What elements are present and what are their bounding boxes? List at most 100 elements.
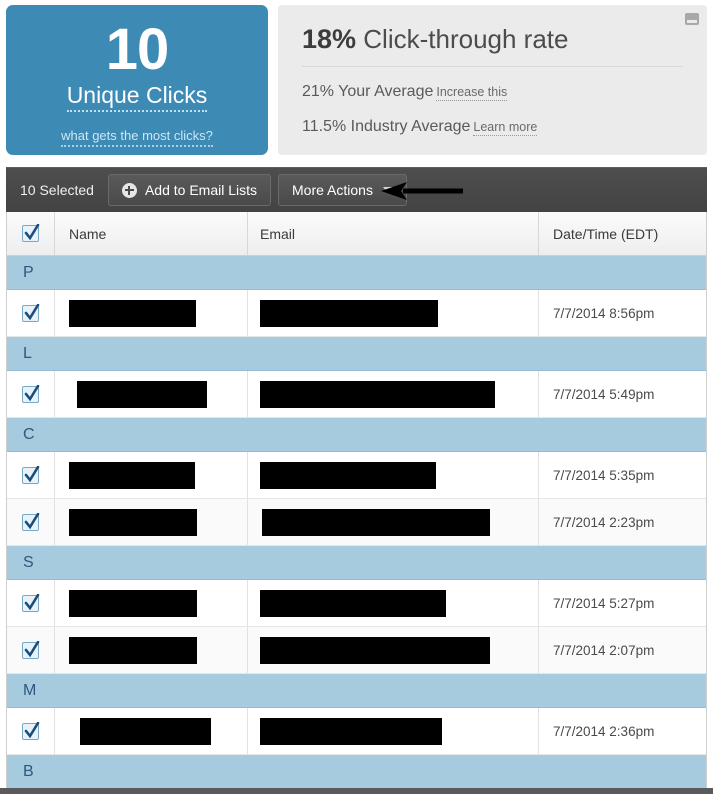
table-row[interactable]: 7/7/2014 5:49pm: [7, 371, 706, 418]
redacted-name: [69, 299, 196, 327]
datetime-value: 7/7/2014 2:07pm: [553, 642, 655, 658]
redacted-name: [69, 589, 197, 617]
email-cell: [248, 452, 539, 498]
row-select-cell[interactable]: [7, 499, 55, 545]
add-to-email-lists-button[interactable]: Add to Email Lists: [107, 174, 272, 206]
email-cell: [248, 580, 539, 626]
datetime-value: 7/7/2014 5:35pm: [553, 467, 655, 483]
name-cell: [55, 290, 248, 336]
column-header-email[interactable]: Email: [248, 212, 539, 255]
datetime-cell: 7/7/2014 5:49pm: [539, 371, 706, 417]
ctr-value: 18%: [302, 24, 357, 54]
group-letter: S: [23, 553, 34, 571]
redacted-email: [260, 299, 438, 327]
name-cell: [55, 371, 248, 417]
table-row[interactable]: 7/7/2014 5:27pm: [7, 580, 706, 627]
row-select-cell[interactable]: [7, 290, 55, 336]
redacted-email: [260, 380, 495, 408]
group-header-row: P: [7, 256, 706, 290]
table-row[interactable]: 7/7/2014 2:23pm: [7, 499, 706, 546]
name-cell: [55, 499, 248, 545]
bulk-actions-toolbar: 10 Selected Add to Email Lists More Acti…: [6, 167, 707, 212]
stats-row: 10 Unique Clicks what gets the most clic…: [0, 0, 713, 160]
datetime-value: 7/7/2014 5:27pm: [553, 595, 655, 611]
group-letter: C: [23, 425, 35, 443]
group-letter: M: [23, 681, 37, 699]
unique-clicks-card: 10 Unique Clicks what gets the most clic…: [6, 5, 268, 155]
unique-clicks-number: 10: [105, 17, 170, 82]
group-letter: P: [23, 263, 34, 281]
select-all-cell[interactable]: [7, 212, 55, 255]
name-cell: [55, 627, 248, 673]
name-cell: [55, 452, 248, 498]
group-letter: L: [23, 344, 32, 362]
datetime-value: 7/7/2014 5:49pm: [553, 386, 655, 402]
your-average-value: 21% Your Average: [302, 83, 434, 100]
datetime-cell: 7/7/2014 2:07pm: [539, 627, 706, 673]
row-select-cell[interactable]: [7, 452, 55, 498]
plus-circle-icon: [121, 182, 137, 198]
column-header-name[interactable]: Name: [55, 212, 248, 255]
ctr-divider: [302, 66, 683, 67]
name-cell: [55, 708, 248, 754]
your-average-line: 21% Your Average Increase this: [302, 82, 683, 102]
table-header-row: Name Email Date/Time (EDT): [7, 212, 706, 256]
group-header-row: C: [7, 418, 706, 452]
add-to-email-lists-label: Add to Email Lists: [144, 182, 258, 198]
row-select-cell[interactable]: [7, 627, 55, 673]
industry-average-value: 11.5% Industry Average: [302, 118, 471, 135]
learn-more-link[interactable]: Learn more: [473, 120, 538, 136]
unique-clicks-label[interactable]: Unique Clicks: [66, 81, 208, 112]
table-row[interactable]: 7/7/2014 2:07pm: [7, 627, 706, 674]
table-row[interactable]: 7/7/2014 2:36pm: [7, 708, 706, 755]
checkbox-checked-icon[interactable]: [22, 593, 40, 612]
checkbox-checked-icon[interactable]: [22, 512, 40, 531]
datetime-cell: 7/7/2014 2:23pm: [539, 499, 706, 545]
table-row[interactable]: 7/7/2014 8:56pm: [7, 290, 706, 337]
clicks-report-page: 10 Unique Clicks what gets the most clic…: [0, 0, 713, 794]
redacted-email: [260, 717, 442, 745]
minimize-icon[interactable]: [685, 13, 699, 25]
redacted-name: [80, 717, 211, 745]
table-row[interactable]: 7/7/2014 5:35pm: [7, 452, 706, 499]
contacts-table: Name Email Date/Time (EDT) P 7/7/2014 8:5…: [6, 212, 707, 788]
increase-this-link[interactable]: Increase this: [436, 85, 508, 101]
click-through-rate-card: 18% Click-through rate 21% Your Average I…: [278, 5, 707, 155]
checkbox-checked-icon[interactable]: [22, 384, 40, 403]
redacted-name: [77, 380, 207, 408]
group-header-row: S: [7, 546, 706, 580]
checkbox-checked-icon[interactable]: [22, 721, 40, 740]
email-cell: [248, 499, 539, 545]
group-letter: B: [23, 762, 34, 780]
row-select-cell[interactable]: [7, 708, 55, 754]
checkbox-checked-icon[interactable]: [22, 640, 40, 659]
table-body: P 7/7/2014 8:56pm L 7/7/2014 5:49pm C 7/7/201…: [7, 256, 706, 788]
ctr-headline: 18% Click-through rate: [302, 23, 683, 55]
email-cell: [248, 371, 539, 417]
datetime-value: 7/7/2014 2:36pm: [553, 723, 655, 739]
chevron-down-icon: [382, 187, 393, 193]
email-cell: [248, 708, 539, 754]
redacted-name: [69, 508, 197, 536]
datetime-cell: 7/7/2014 5:35pm: [539, 452, 706, 498]
redacted-email: [262, 508, 490, 536]
email-cell: [248, 290, 539, 336]
name-cell: [55, 580, 248, 626]
group-header-row: M: [7, 674, 706, 708]
redacted-email: [260, 636, 490, 664]
email-cell: [248, 627, 539, 673]
row-select-cell[interactable]: [7, 580, 55, 626]
checkbox-checked-icon[interactable]: [22, 303, 40, 322]
datetime-cell: 7/7/2014 5:27pm: [539, 580, 706, 626]
industry-average-line: 11.5% Industry Average Learn more: [302, 117, 683, 137]
most-clicks-link[interactable]: what gets the most clicks?: [61, 128, 213, 147]
checkbox-checked-icon[interactable]: [22, 465, 40, 484]
redacted-name: [69, 461, 195, 489]
checkbox-checked-icon[interactable]: [22, 224, 40, 242]
row-select-cell[interactable]: [7, 371, 55, 417]
ctr-label: Click-through rate: [363, 24, 569, 54]
more-actions-button[interactable]: More Actions: [278, 174, 407, 206]
datetime-cell: 7/7/2014 8:56pm: [539, 290, 706, 336]
column-header-datetime[interactable]: Date/Time (EDT): [539, 212, 706, 255]
window-bottom-chrome: [0, 788, 713, 794]
